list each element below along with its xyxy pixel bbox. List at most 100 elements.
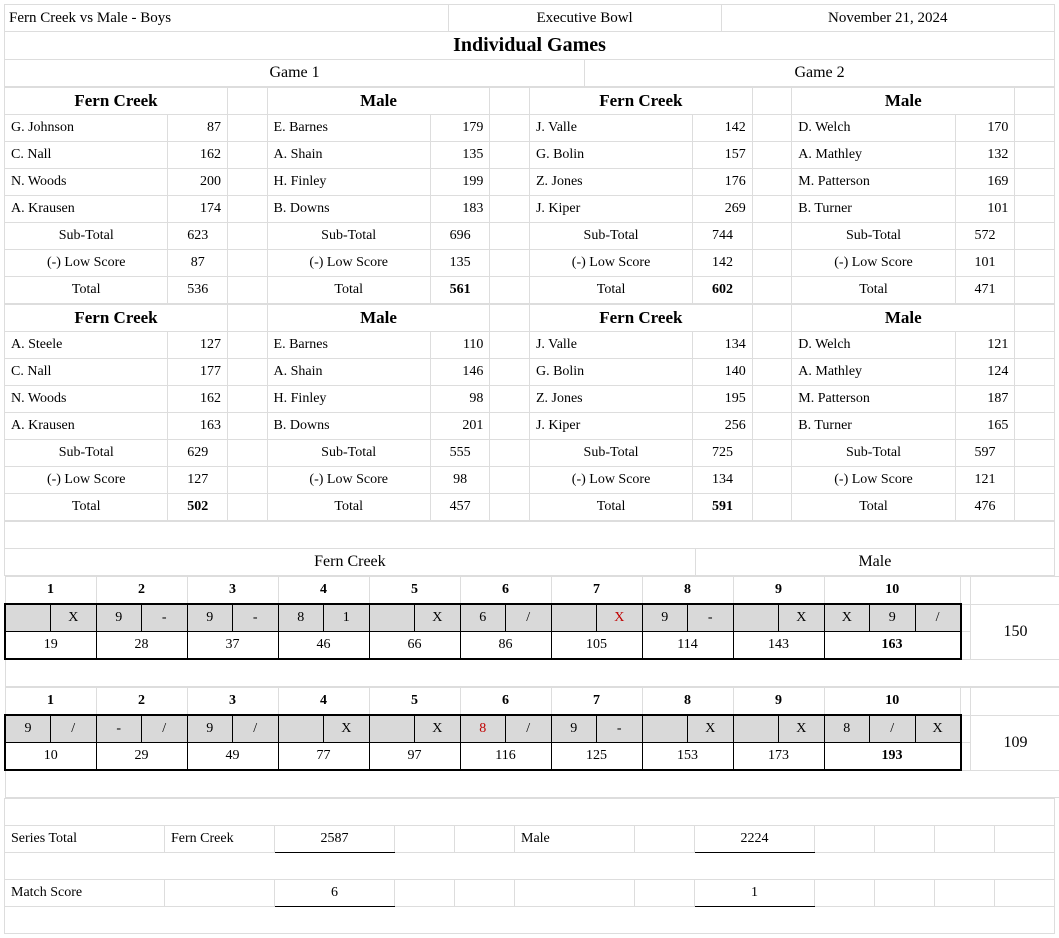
player-score: 124 xyxy=(955,359,1015,386)
player-score: 146 xyxy=(430,359,490,386)
player-name: E. Barnes xyxy=(267,115,430,142)
frame-num: 1 xyxy=(5,577,96,605)
player-name: J. Kiper xyxy=(529,413,692,440)
ball-cell xyxy=(642,715,688,743)
player-score: 87 xyxy=(168,115,228,142)
lowscore-label: (-) Low Score xyxy=(267,467,430,494)
cum-score: 173 xyxy=(733,743,824,771)
player-score: 132 xyxy=(955,142,1015,169)
player-score: 199 xyxy=(430,169,490,196)
frame-num: 4 xyxy=(278,688,369,716)
ball-cell: X xyxy=(415,604,461,632)
player-score: 162 xyxy=(168,386,228,413)
total-label: Total xyxy=(529,277,692,304)
lowscore-label: (-) Low Score xyxy=(5,250,168,277)
player-name: E. Barnes xyxy=(267,332,430,359)
player-row: A. Steele127E. Barnes110J. Valle134D. We… xyxy=(5,332,1055,359)
ball-cell: 8 xyxy=(824,715,870,743)
player-name: N. Woods xyxy=(5,386,168,413)
team-header: Male xyxy=(267,88,490,115)
lowscore-label: (-) Low Score xyxy=(792,250,956,277)
cum-score-final: 163 xyxy=(824,632,961,660)
cum-score: 97 xyxy=(369,743,460,771)
series-m-team: Male xyxy=(515,826,635,853)
game1-title: Game 1 xyxy=(5,60,585,87)
player-name: B. Turner xyxy=(792,413,956,440)
frame-num: 4 xyxy=(278,577,369,605)
player-row: A. Krausen174B. Downs183J. Kiper269B. Tu… xyxy=(5,196,1055,223)
cum-score: 116 xyxy=(460,743,551,771)
ball-cell: / xyxy=(233,715,279,743)
match-score-label: Match Score xyxy=(5,880,165,907)
player-row: G. Johnson87E. Barnes179J. Valle142D. We… xyxy=(5,115,1055,142)
baker-line-1: 123456789109/-/9/XX8/9-XX8/X109102949779… xyxy=(4,687,1059,798)
scoresheet: Fern Creek vs Male - Boys Executive Bowl… xyxy=(4,4,1055,87)
player-score: 98 xyxy=(430,386,490,413)
subtotal-label: Sub-Total xyxy=(529,223,692,250)
lowscore-label: (-) Low Score xyxy=(529,250,692,277)
player-name: H. Finley xyxy=(267,386,430,413)
frame-num: 2 xyxy=(96,688,187,716)
venue: Executive Bowl xyxy=(448,5,721,32)
player-score: 142 xyxy=(693,115,753,142)
player-name: A. Krausen xyxy=(5,196,168,223)
frame-num: 9 xyxy=(733,688,824,716)
player-name: M. Patterson xyxy=(792,169,956,196)
cum-score: 10 xyxy=(5,743,96,771)
cum-score: 19 xyxy=(5,632,96,660)
ball-cell: - xyxy=(597,715,643,743)
subtotal-val: 597 xyxy=(955,440,1015,467)
subtotal-val: 572 xyxy=(955,223,1015,250)
cum-score: 49 xyxy=(187,743,278,771)
ball-cell: 6 xyxy=(460,604,506,632)
total-val: 591 xyxy=(693,494,753,521)
total-label: Total xyxy=(792,277,956,304)
series-fc-val: 2587 xyxy=(275,826,395,853)
frame-num: 2 xyxy=(96,577,187,605)
lowscore-val: 142 xyxy=(693,250,753,277)
header-row: Fern Creek vs Male - Boys Executive Bowl… xyxy=(5,5,1055,32)
team-header: Fern Creek xyxy=(5,88,228,115)
ball-cell: X xyxy=(597,604,643,632)
player-score: 195 xyxy=(693,386,753,413)
ball-cell: / xyxy=(506,604,552,632)
total-label: Total xyxy=(267,494,430,521)
player-name: M. Patterson xyxy=(792,386,956,413)
subtotal-val: 623 xyxy=(168,223,228,250)
player-score: 176 xyxy=(693,169,753,196)
player-row: N. Woods200H. Finley199Z. Jones176M. Pat… xyxy=(5,169,1055,196)
ball-cell: 9 xyxy=(96,604,142,632)
player-name: B. Downs xyxy=(267,196,430,223)
frame-num: 6 xyxy=(460,577,551,605)
total-label: Total xyxy=(792,494,956,521)
player-score: 183 xyxy=(430,196,490,223)
subtotal-label: Sub-Total xyxy=(267,440,430,467)
ball-cell: 9 xyxy=(187,715,233,743)
total-val: 561 xyxy=(430,277,490,304)
ball-cell: 8 xyxy=(460,715,506,743)
frame-num: 5 xyxy=(369,577,460,605)
player-name: A. Steele xyxy=(5,332,168,359)
subtotal-val: 696 xyxy=(430,223,490,250)
subtotal-val: 725 xyxy=(693,440,753,467)
subtotal-label: Sub-Total xyxy=(267,223,430,250)
team-header: Fern Creek xyxy=(529,88,752,115)
total-label: Total xyxy=(5,277,168,304)
cum-score-final: 193 xyxy=(824,743,961,771)
player-name: H. Finley xyxy=(267,169,430,196)
player-name: A. Shain xyxy=(267,142,430,169)
frame-num: 3 xyxy=(187,688,278,716)
player-name: D. Welch xyxy=(792,332,956,359)
block-0: Fern CreekMaleFern CreekMaleG. Johnson87… xyxy=(4,87,1055,304)
cum-score: 29 xyxy=(96,743,187,771)
cum-score: 46 xyxy=(278,632,369,660)
player-name: Z. Jones xyxy=(529,169,692,196)
ball-cell: X xyxy=(824,604,870,632)
player-score: 174 xyxy=(168,196,228,223)
ball-cell: - xyxy=(688,604,734,632)
ball-cell xyxy=(278,715,324,743)
player-name: G. Johnson xyxy=(5,115,168,142)
team-header: Fern Creek xyxy=(529,305,752,332)
frame-num: 7 xyxy=(551,577,642,605)
series-total-label: Series Total xyxy=(5,826,165,853)
